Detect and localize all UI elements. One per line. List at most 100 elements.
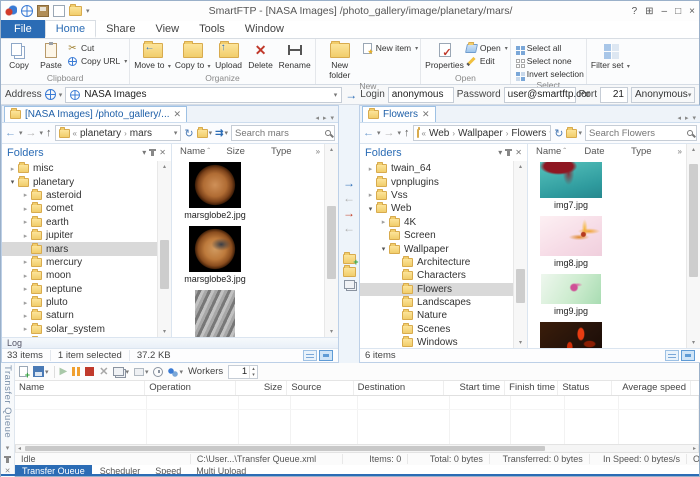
- compare-folders-icon[interactable]: [344, 280, 355, 289]
- scroll-down-icon[interactable]: ▾: [330, 326, 333, 337]
- remove-item-icon[interactable]: ✕: [99, 365, 108, 378]
- tree-item-screen[interactable]: Screen: [360, 229, 513, 242]
- expander-collapsed-icon[interactable]: ▸: [378, 218, 389, 226]
- details-view-button[interactable]: [303, 350, 317, 361]
- scrollbar-thumb[interactable]: [327, 206, 336, 279]
- folders-close-icon[interactable]: ✕: [159, 148, 166, 157]
- save-icon[interactable]: [37, 5, 49, 17]
- workers-stepper[interactable]: 1 ▴▾: [228, 365, 258, 379]
- queue-column-source[interactable]: Source: [287, 381, 353, 395]
- file-list-scrollbar[interactable]: ▴ ▾: [686, 144, 700, 348]
- tree-item-planetary[interactable]: ▾planetary: [2, 175, 157, 188]
- port-field[interactable]: 21: [600, 87, 628, 103]
- close-button[interactable]: ×: [689, 6, 695, 17]
- expander-collapsed-icon[interactable]: ▸: [20, 218, 31, 226]
- breadcrumb[interactable]: «Web›Wallpaper›Flowers ▾: [413, 125, 552, 141]
- tree-item-earth[interactable]: ▸earth: [2, 216, 157, 229]
- file-item-img7-jpg[interactable]: img7.jpg: [533, 162, 609, 210]
- tree-item-flowers[interactable]: Flowers: [360, 283, 513, 296]
- tab-window[interactable]: Window: [235, 20, 294, 38]
- tree-item-asteroid[interactable]: ▸asteroid: [2, 189, 157, 202]
- tab-list-caret-icon[interactable]: ▾: [330, 114, 334, 122]
- search-input[interactable]: [235, 128, 322, 139]
- scroll-up-icon[interactable]: ▴: [163, 161, 166, 172]
- new-item-button[interactable]: ★ New item ▾: [362, 42, 418, 54]
- tree-item-characters[interactable]: Characters: [360, 269, 513, 282]
- expander-collapsed-icon[interactable]: ▸: [20, 285, 31, 293]
- panel-caret-icon[interactable]: ▾: [6, 444, 10, 452]
- scrollbar-thumb[interactable]: [689, 164, 698, 276]
- address-combo[interactable]: NASA Images ▾: [65, 87, 342, 103]
- more-columns-icon[interactable]: »: [678, 147, 686, 156]
- browse-folder-icon[interactable]: [343, 267, 356, 277]
- tree-item-misc[interactable]: ▸misc: [2, 162, 157, 175]
- log-bar[interactable]: Log: [2, 337, 338, 348]
- remote-tab[interactable]: [NASA Images] /photo_gallery/... ✕: [4, 106, 187, 122]
- address-dropdown-caret-icon[interactable]: ▾: [334, 91, 338, 99]
- address-globe-icon[interactable]: [45, 89, 56, 100]
- upload-arrow-icon[interactable]: ←: [343, 192, 355, 204]
- scroll-left-icon[interactable]: ◂: [16, 445, 23, 452]
- forward-icon[interactable]: →: [26, 128, 37, 139]
- queue-column-start-time[interactable]: Start time: [444, 381, 505, 395]
- column-name[interactable]: Nameˆ: [536, 146, 584, 157]
- queue-column-finish-time[interactable]: Finish time: [505, 381, 558, 395]
- tree-item-twain-64[interactable]: ▸twain_64: [360, 162, 513, 175]
- local-tab[interactable]: Flowers ✕: [362, 106, 436, 122]
- tree-scrollbar[interactable]: ▴ ▾: [157, 161, 171, 337]
- file-list-scrollbar[interactable]: ▴ ▾: [324, 144, 338, 337]
- tree-item-comet[interactable]: ▸comet: [2, 202, 157, 215]
- search-icon[interactable]: [687, 130, 693, 136]
- edit-button[interactable]: Edit: [466, 55, 508, 67]
- more-columns-icon[interactable]: »: [316, 147, 324, 156]
- rename-button[interactable]: Rename: [277, 40, 313, 71]
- schedule-icon[interactable]: [153, 367, 163, 377]
- scroll-down-icon[interactable]: ▾: [519, 337, 522, 348]
- queue-add-button[interactable]: +: [19, 366, 28, 377]
- paste-button[interactable]: Paste: [35, 40, 67, 71]
- breadcrumb-part-mars[interactable]: mars: [130, 128, 152, 139]
- tab-home[interactable]: Home: [45, 20, 96, 38]
- tab-tools[interactable]: Tools: [189, 20, 235, 38]
- upload-button[interactable]: ↑ Upload: [213, 40, 245, 71]
- pin-icon[interactable]: [151, 149, 154, 156]
- queue-column-destination[interactable]: Destination: [354, 381, 445, 395]
- expander-collapsed-icon[interactable]: ▸: [20, 312, 31, 320]
- stop-queue-icon[interactable]: [85, 367, 94, 376]
- select-none-button[interactable]: Select none: [513, 55, 584, 67]
- expander-collapsed-icon[interactable]: ▸: [365, 191, 376, 199]
- tab-scroll-right-icon[interactable]: ▸: [685, 114, 689, 122]
- start-queue-icon[interactable]: ▶: [60, 366, 68, 377]
- file-item-marsglobe2-jpg[interactable]: marsglobe2.jpg: [177, 162, 253, 220]
- tree-item-mercury[interactable]: ▸mercury: [2, 256, 157, 269]
- queue-column-status[interactable]: Status: [558, 381, 611, 395]
- scroll-up-icon[interactable]: ▴: [330, 144, 333, 155]
- open-button[interactable]: Open ▾: [466, 42, 508, 54]
- breadcrumb-part-planetary[interactable]: planetary: [80, 128, 121, 139]
- minimize-button[interactable]: –: [662, 6, 668, 17]
- expander-collapsed-icon[interactable]: ▸: [20, 299, 31, 307]
- back-icon[interactable]: ←: [363, 128, 374, 139]
- open-folder-icon[interactable]: [69, 6, 82, 16]
- expander-collapsed-icon[interactable]: ▸: [20, 232, 31, 240]
- folder-options-button[interactable]: ▾: [197, 129, 213, 138]
- thumbnails-view-button[interactable]: [681, 350, 695, 361]
- properties-button[interactable]: ✓ Properties: [423, 40, 466, 71]
- filter-set-button[interactable]: Filter set ▾: [589, 40, 632, 73]
- tree-item-pluto[interactable]: ▸pluto: [2, 296, 157, 309]
- expander-collapsed-icon[interactable]: ▸: [365, 165, 376, 173]
- expander-collapsed-icon[interactable]: ▸: [7, 165, 18, 173]
- details-view-button[interactable]: [665, 350, 679, 361]
- workers-menu-button[interactable]: ▾: [168, 367, 183, 377]
- tab-view[interactable]: View: [145, 20, 189, 38]
- tree-item-moon[interactable]: ▸moon: [2, 269, 157, 282]
- tree-item-jupiter[interactable]: ▸jupiter: [2, 229, 157, 242]
- forward-icon[interactable]: →: [384, 128, 395, 139]
- expander-expanded-icon[interactable]: ▾: [7, 178, 18, 186]
- queue-column-extra[interactable]: [691, 381, 699, 395]
- scrollbar-thumb[interactable]: [25, 446, 545, 451]
- tree-item-4k[interactable]: ▸4K: [360, 216, 513, 229]
- invert-selection-button[interactable]: Invert selection: [513, 68, 584, 80]
- scrollbar-thumb[interactable]: [516, 269, 525, 303]
- breadcrumb-part-wallpaper[interactable]: Wallpaper: [458, 128, 503, 139]
